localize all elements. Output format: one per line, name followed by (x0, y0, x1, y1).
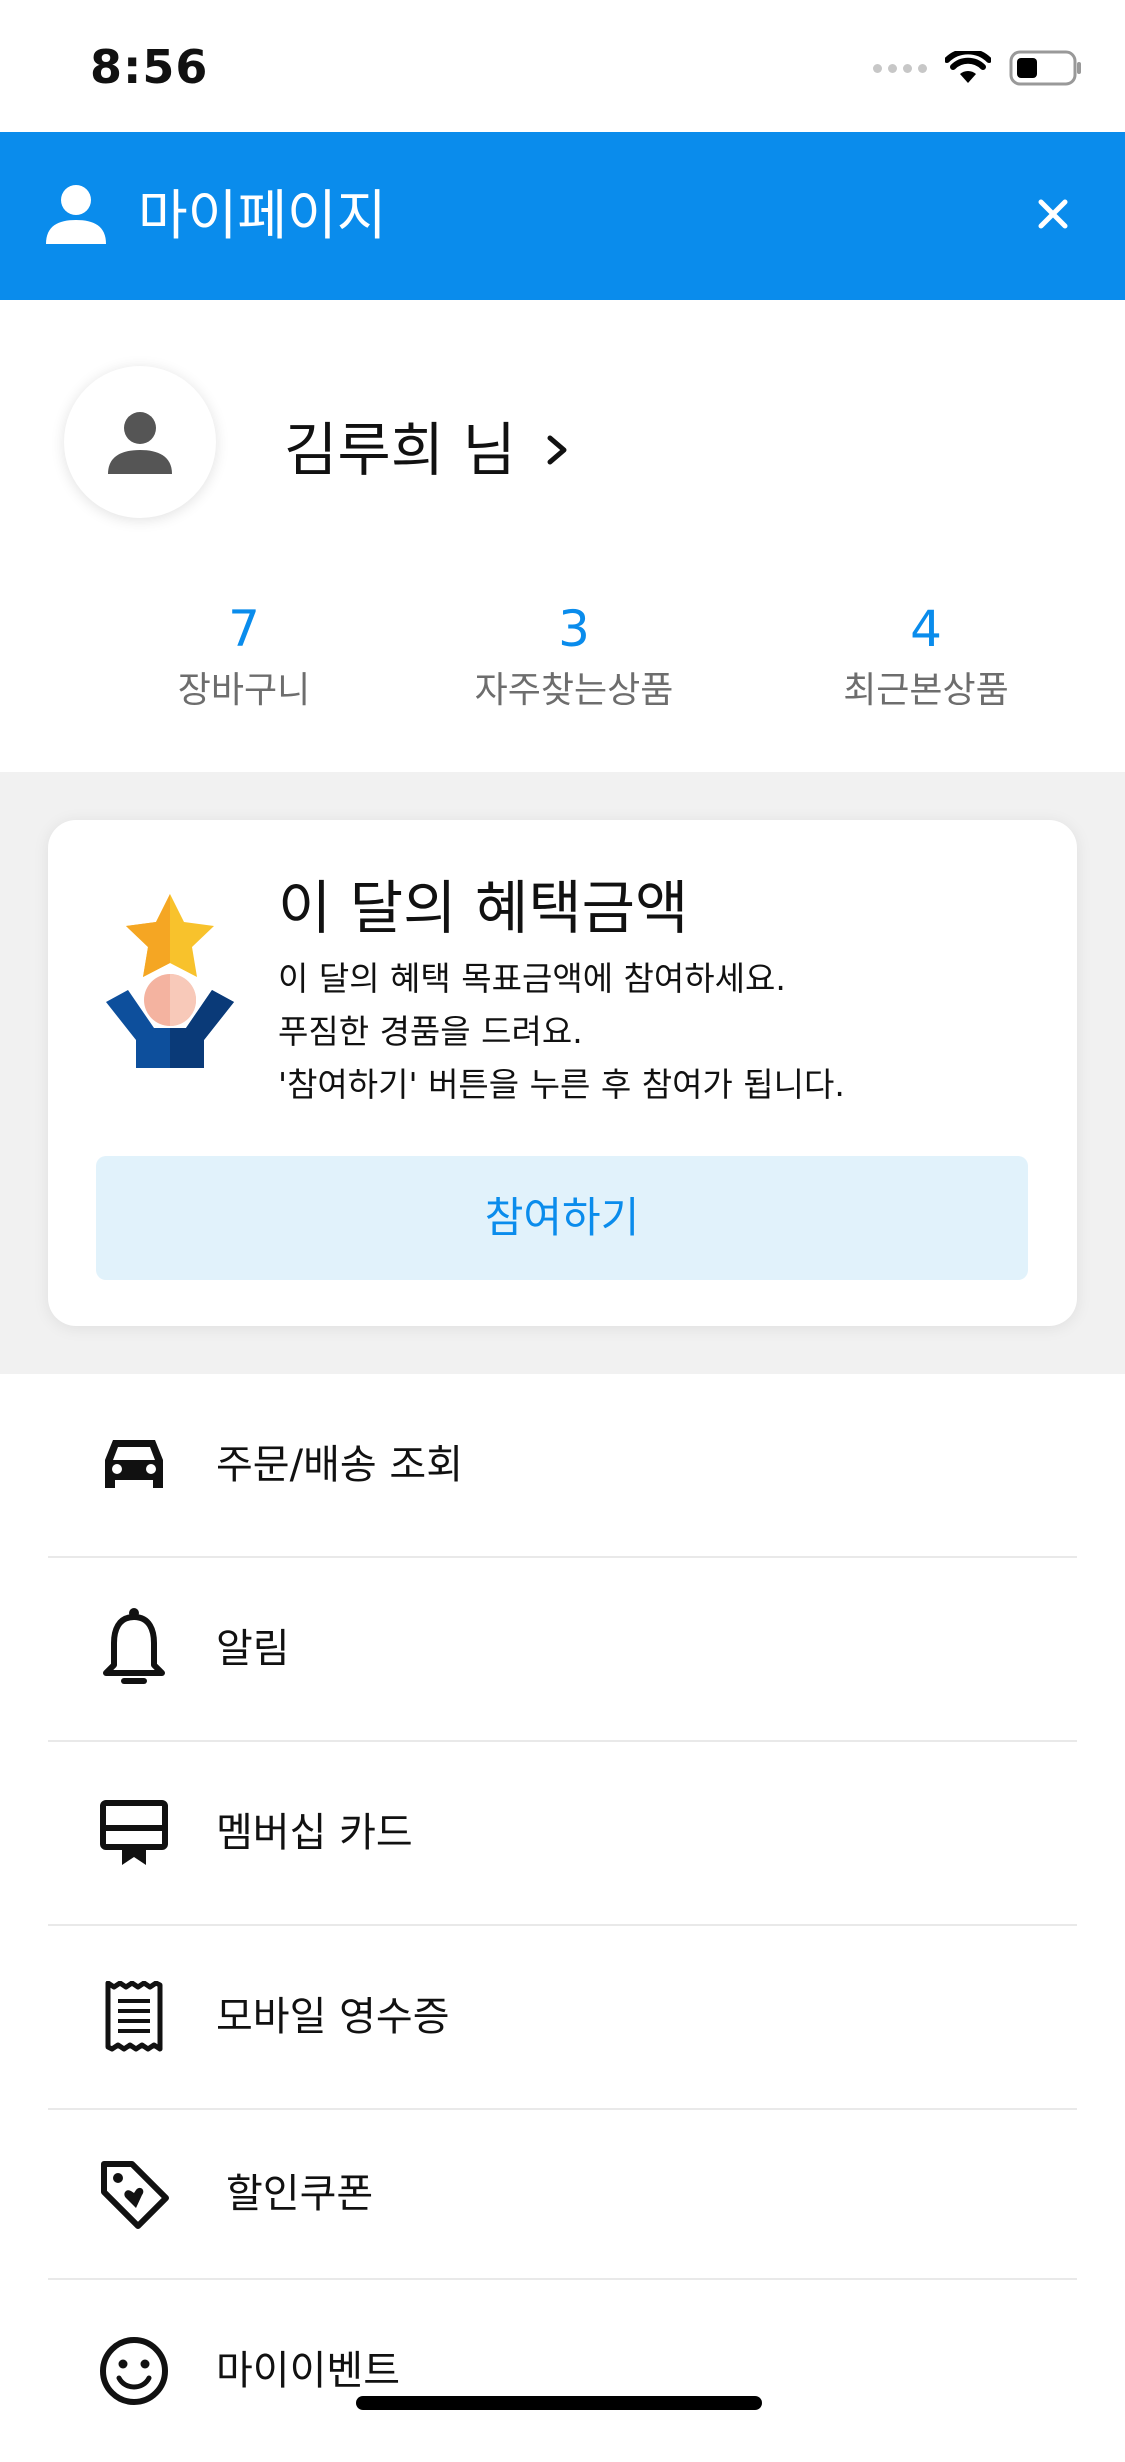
membership-card-icon (98, 1797, 170, 1869)
profile-name: 김루희 님 (284, 416, 516, 484)
benefit-description: 이 달의 혜택 목표금액에 참여하세요. 푸짐한 경품을 드려요. '참여하기'… (278, 952, 845, 1111)
chevron-right-icon (547, 435, 567, 465)
status-time: 8:56 (90, 40, 209, 94)
menu-item-notifications[interactable]: 알림 (48, 1558, 1077, 1742)
menu-label: 멤버십 카드 (216, 1810, 413, 1856)
menu-label: 알림 (216, 1626, 290, 1672)
status-bar: 8:56 (0, 0, 1125, 132)
stat-value: 3 (558, 600, 590, 658)
stat-label: 자주찾는상품 (474, 670, 674, 711)
stat-recent-products[interactable]: 4 최근본상품 (766, 595, 1086, 719)
stats-row: 7 장바구니 3 자주찾는상품 4 최근본상품 (0, 595, 1125, 735)
stat-label: 최근본상품 (843, 670, 1009, 711)
avatar-person-icon (108, 412, 172, 474)
benefit-description-line: '참여하기' 버튼을 누른 후 참여가 됩니다. (278, 1065, 845, 1104)
menu-label: 마이이벤트 (216, 2348, 400, 2394)
stat-value: 4 (910, 600, 942, 658)
smiley-icon (98, 2335, 170, 2407)
join-button[interactable]: 참여하기 (96, 1156, 1028, 1280)
menu-label: 주문/배송 조회 (216, 1442, 463, 1488)
wifi-icon (945, 51, 991, 83)
menu-label: 할인쿠폰 (226, 2171, 374, 2217)
battery-icon (1009, 50, 1081, 86)
menu-item-my-event[interactable]: 마이이벤트 (48, 2280, 1077, 2462)
benefit-description-line: 이 달의 혜택 목표금액에 참여하세요. (278, 959, 786, 998)
menu-item-membership-card[interactable]: 멤버십 카드 (48, 1742, 1077, 1926)
stat-label: 장바구니 (177, 670, 311, 711)
car-icon (98, 1429, 170, 1501)
receipt-icon (98, 1981, 170, 2053)
benefit-description-line: 푸짐한 경품을 드려요. (278, 1012, 583, 1051)
profile-name-link[interactable]: 김루희 님 (284, 410, 570, 490)
cellular-signal-icon (873, 63, 927, 73)
home-indicator[interactable] (356, 2396, 762, 2410)
benefit-card: 이 달의 혜택금액 이 달의 혜택 목표금액에 참여하세요. 푸짐한 경품을 드… (48, 820, 1077, 1326)
stat-cart[interactable]: 7 장바구니 (84, 595, 404, 719)
bell-icon (98, 1608, 170, 1685)
page-title: 마이페이지 (138, 184, 387, 247)
status-indicators (873, 48, 1083, 88)
stat-value: 7 (228, 600, 260, 658)
menu-label: 모바일 영수증 (216, 1994, 450, 2040)
close-icon[interactable] (1021, 182, 1085, 246)
menu-item-mobile-receipt[interactable]: 모바일 영수증 (48, 1926, 1077, 2110)
person-icon (44, 182, 108, 250)
benefit-title: 이 달의 혜택금액 (278, 874, 689, 942)
menu-item-discount-coupon[interactable]: 할인쿠폰 (48, 2110, 1077, 2280)
menu-item-order-delivery[interactable]: 주문/배송 조회 (48, 1374, 1077, 1558)
stat-frequent-products[interactable]: 3 자주찾는상품 (414, 595, 734, 719)
coupon-tag-icon (98, 2158, 170, 2230)
star-trophy-person-icon (100, 892, 240, 1096)
avatar[interactable] (64, 366, 216, 518)
app-header: 마이페이지 (0, 132, 1125, 300)
